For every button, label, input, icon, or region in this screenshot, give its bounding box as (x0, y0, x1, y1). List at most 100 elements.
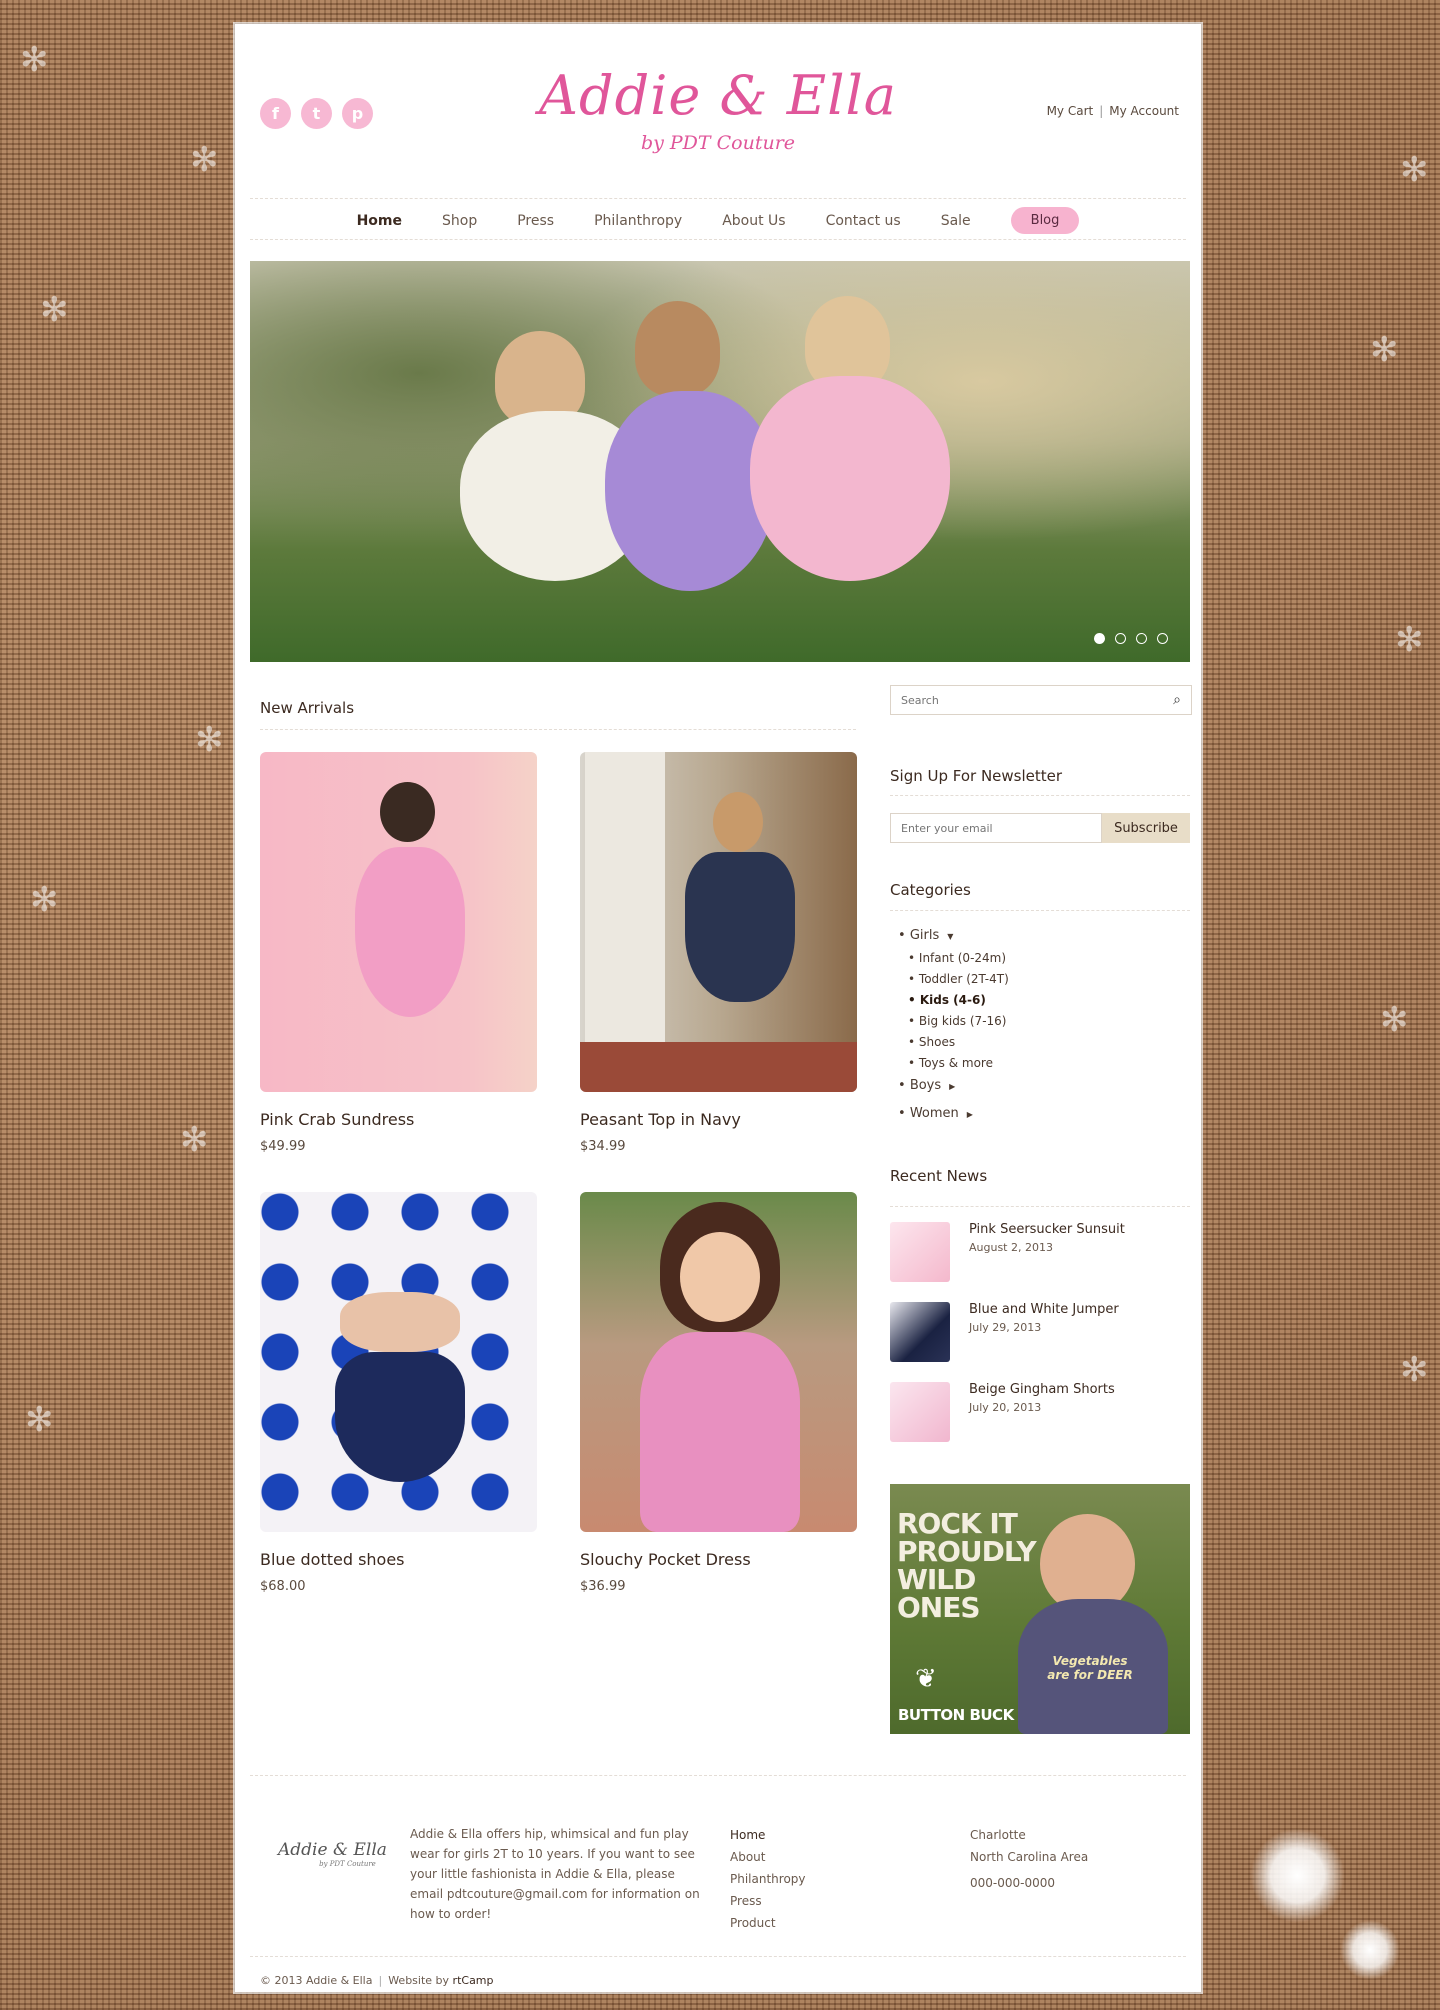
product-name[interactable]: Slouchy Pocket Dress (580, 1550, 857, 1569)
slider-dot[interactable] (1157, 633, 1168, 644)
ad-shirt-text: Vegetables are for DEER (1047, 1654, 1133, 1682)
product-name[interactable]: Pink Crab Sundress (260, 1110, 537, 1129)
news-thumbnail[interactable] (890, 1302, 950, 1362)
advertisement-banner[interactable]: ROCK IT PROUDLY WILD ONES Vegetables are… (890, 1484, 1190, 1734)
search-icon[interactable]: ⌕ (1163, 692, 1191, 708)
page-paper: f t p Addie & Ella by PDT Couture My Car… (235, 24, 1201, 1992)
hero-slider[interactable] (250, 261, 1190, 662)
subcategory-label: Kids (4-6) (919, 993, 986, 1007)
product-name[interactable]: Peasant Top in Navy (580, 1110, 857, 1129)
nav-contact-us[interactable]: Contact us (826, 213, 901, 229)
nav-sale[interactable]: Sale (941, 213, 971, 229)
logo-tagline: by PDT Couture (640, 132, 796, 154)
category-girls[interactable]: • Girls ▼ (898, 928, 1009, 943)
section-divider (890, 1206, 1190, 1207)
new-arrivals-title: New Arrivals (260, 699, 355, 717)
product-figure (640, 1332, 800, 1532)
my-cart-link[interactable]: My Cart (1047, 104, 1094, 118)
footer-divider (250, 1775, 1186, 1776)
news-title[interactable]: Blue and White Jumper (969, 1302, 1119, 1317)
caret-right-icon: ▶ (949, 1082, 956, 1091)
subcategory-item[interactable]: • Toddler (2T-4T) (908, 972, 1009, 986)
caret-right-icon: ▶ (966, 1110, 973, 1119)
product-card[interactable]: Blue dotted shoes $68.00 (260, 1192, 537, 1594)
subcategory-item[interactable]: • Infant (0-24m) (908, 951, 1009, 965)
product-image[interactable] (260, 752, 537, 1092)
product-image[interactable] (580, 752, 857, 1092)
separator: | (1099, 104, 1104, 118)
slider-dot[interactable] (1115, 633, 1126, 644)
subcategory-item[interactable]: • Toys & more (908, 1056, 1009, 1070)
news-item[interactable]: Beige Gingham Shorts July 20, 2013 (890, 1382, 1115, 1442)
email-field[interactable] (890, 813, 1102, 843)
account-links: My Cart | My Account (1047, 104, 1179, 118)
product-price: $36.99 (580, 1579, 626, 1594)
footer-link-product[interactable]: Product (730, 1912, 806, 1934)
news-thumbnail[interactable] (890, 1382, 950, 1442)
nav-press[interactable]: Press (517, 213, 554, 229)
product-card[interactable]: Slouchy Pocket Dress $36.99 (580, 1192, 857, 1594)
recent-news-title: Recent News (890, 1167, 988, 1185)
product-name[interactable]: Blue dotted shoes (260, 1550, 537, 1569)
website-by-text: Website by (388, 1974, 450, 1987)
subcategory-item[interactable]: • Big kids (7-16) (908, 1014, 1009, 1028)
dandelion-puff (1340, 1920, 1400, 1980)
nav-shop[interactable]: Shop (442, 213, 477, 229)
nav-blog[interactable]: Blog (1010, 207, 1080, 234)
product-image[interactable] (580, 1192, 857, 1532)
product-figure (680, 1232, 760, 1322)
subcategory-label: Infant (0-24m) (918, 951, 1007, 965)
footer-link-philanthropy[interactable]: Philanthropy (730, 1868, 806, 1890)
category-women[interactable]: • Women ▶ (898, 1106, 1009, 1121)
footer-link-about[interactable]: About (730, 1846, 806, 1868)
nav-home[interactable]: Home (357, 213, 402, 229)
product-card[interactable]: Pink Crab Sundress $49.99 (260, 752, 537, 1154)
category-boys[interactable]: • Boys ▶ (898, 1078, 1009, 1093)
footer-logo[interactable]: Addie & Ella by PDT Couture (278, 1840, 387, 1868)
slider-dot[interactable] (1094, 633, 1105, 644)
deer-icon: ❦ (915, 1664, 937, 1694)
dandelion-decoration: ✻ (190, 140, 219, 180)
nav-about-us[interactable]: About Us (722, 213, 785, 229)
dandelion-decoration: ✻ (40, 290, 69, 330)
product-card[interactable]: Peasant Top in Navy $34.99 (580, 752, 857, 1154)
dandelion-decoration: ✻ (1400, 150, 1429, 190)
news-item[interactable]: Pink Seersucker Sunsuit August 2, 2013 (890, 1222, 1125, 1282)
news-title[interactable]: Pink Seersucker Sunsuit (969, 1222, 1125, 1237)
my-account-link[interactable]: My Account (1109, 104, 1179, 118)
subcategory-item[interactable]: • Kids (4-6) (908, 993, 1009, 1007)
news-item[interactable]: Blue and White Jumper July 29, 2013 (890, 1302, 1119, 1362)
footer-link-home[interactable]: Home (730, 1824, 806, 1846)
subcategory-label: Big kids (7-16) (918, 1014, 1007, 1028)
main-nav: Home Shop Press Philanthropy About Us Co… (235, 207, 1201, 234)
slider-pager (1094, 633, 1168, 644)
news-title[interactable]: Beige Gingham Shorts (969, 1382, 1115, 1397)
nav-philanthropy[interactable]: Philanthropy (594, 213, 682, 229)
ad-headline: ROCK IT PROUDLY WILD ONES (897, 1507, 1037, 1624)
developer-link[interactable]: rtCamp (453, 1974, 494, 1987)
product-figure (585, 752, 665, 1092)
dandelion-decoration: ✻ (180, 1120, 209, 1160)
product-price: $49.99 (260, 1139, 306, 1154)
footer-link-press[interactable]: Press (730, 1890, 806, 1912)
slider-dot[interactable] (1136, 633, 1147, 644)
category-list: • Girls ▼ • Infant (0-24m) • Toddler (2T-… (898, 928, 1009, 1131)
dandelion-decoration: ✻ (1400, 1350, 1429, 1390)
hero-figure (750, 376, 950, 581)
footer-logo-tagline: by PDT Couture (319, 1860, 376, 1868)
newsletter-form: Subscribe (890, 813, 1190, 843)
subcategory-item[interactable]: • Shoes (908, 1035, 1009, 1049)
hero-figure (605, 391, 775, 591)
news-thumbnail[interactable] (890, 1222, 950, 1282)
separator: | (378, 1974, 383, 1987)
dandelion-decoration: ✻ (1380, 1000, 1409, 1040)
dandelion-decoration: ✻ (25, 1400, 54, 1440)
subscribe-button[interactable]: Subscribe (1102, 813, 1190, 843)
copyright-text: © 2013 Addie & Ella (260, 1974, 373, 1987)
copyright-divider (250, 1956, 1186, 1957)
search-input[interactable] (891, 692, 1163, 708)
product-figure (380, 782, 435, 842)
product-image[interactable] (260, 1192, 537, 1532)
footer-area: North Carolina Area (970, 1850, 1089, 1864)
product-price: $68.00 (260, 1579, 306, 1594)
